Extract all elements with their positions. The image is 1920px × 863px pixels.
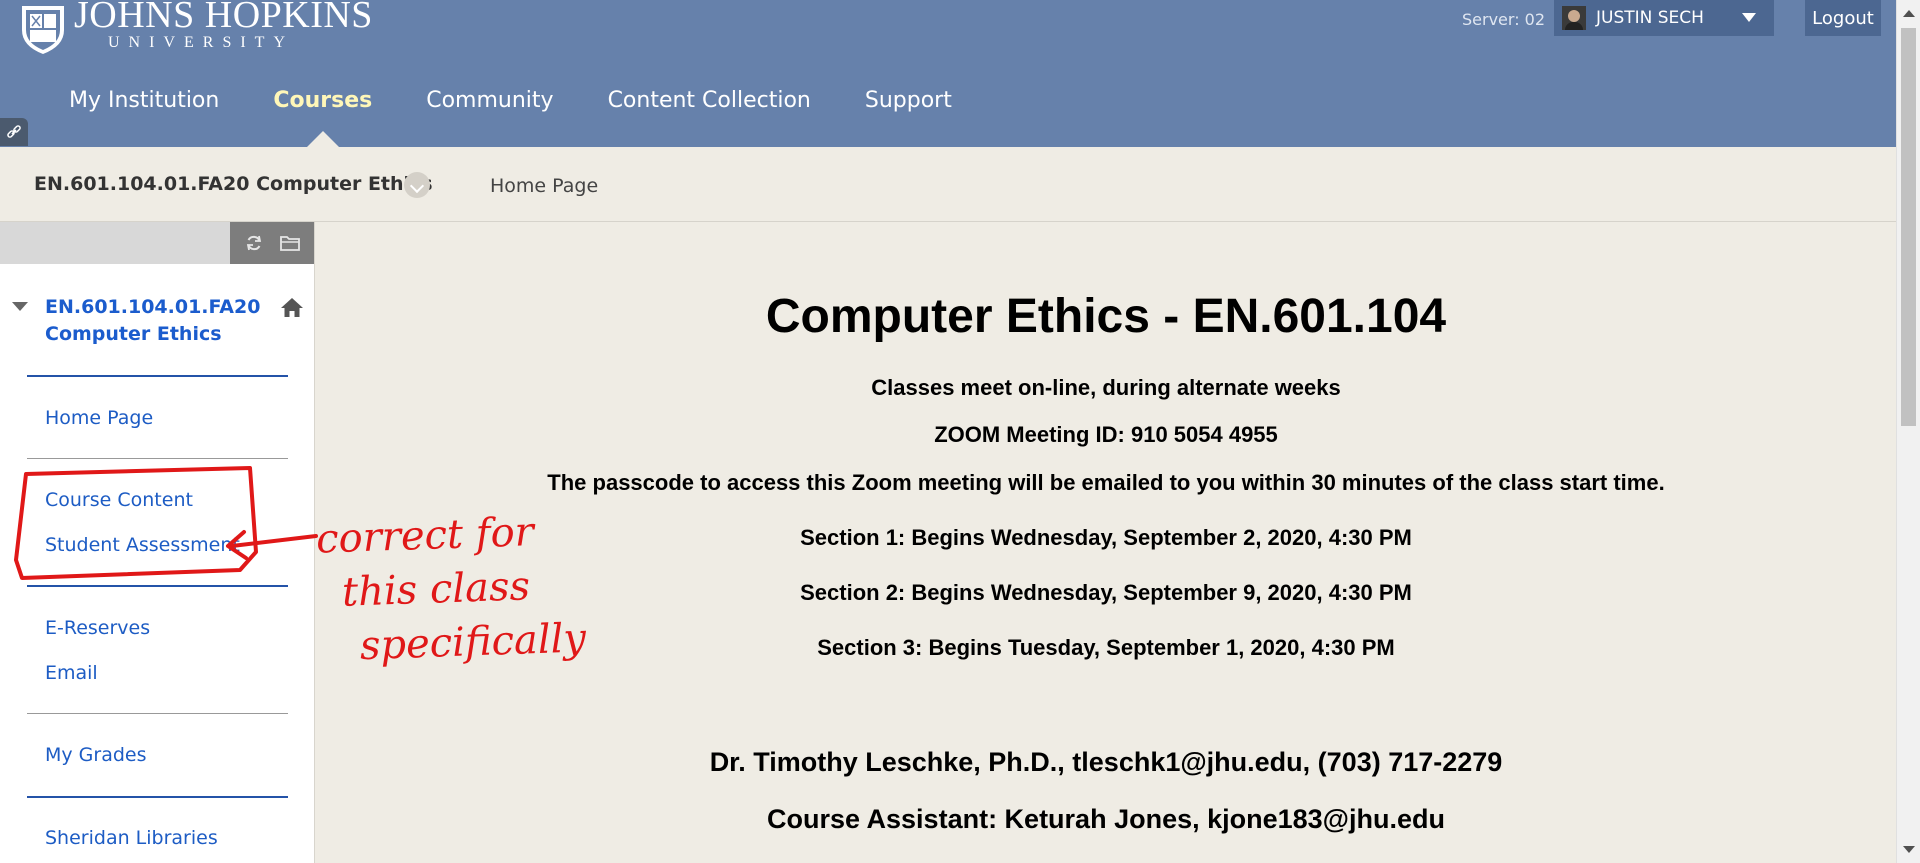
annotation-line: correct for bbox=[315, 509, 535, 563]
chevron-down-icon bbox=[1742, 13, 1756, 22]
annotation-line: this class bbox=[341, 563, 531, 616]
refresh-icon[interactable] bbox=[243, 232, 265, 254]
link-icon[interactable] bbox=[0, 118, 28, 146]
sidebar-item-course-content[interactable]: Course Content bbox=[45, 489, 193, 511]
tab-courses[interactable]: Courses bbox=[246, 88, 399, 147]
breadcrumb-course[interactable]: EN.601.104.01.FA20 Computer Ethics bbox=[34, 173, 433, 195]
breadcrumb-menu-chevron-icon[interactable] bbox=[404, 172, 430, 198]
course-menu-sidebar: EN.601.104.01.FA20 Computer Ethics Home … bbox=[0, 222, 315, 863]
sidebar-toolbar bbox=[0, 222, 314, 264]
menu-divider bbox=[27, 375, 288, 377]
zoom-meeting-id: ZOOM Meeting ID: 910 5054 4955 bbox=[934, 422, 1278, 447]
passcode-note: The passcode to access this Zoom meeting… bbox=[547, 470, 1665, 495]
annotation-line: specifically bbox=[359, 615, 587, 670]
tab-content-collection[interactable]: Content Collection bbox=[581, 88, 838, 113]
user-name: JUSTIN SECH bbox=[1596, 8, 1704, 28]
sidebar-item-e-reserves[interactable]: E-Reserves bbox=[45, 617, 150, 639]
scroll-up-arrow-icon[interactable] bbox=[1903, 10, 1915, 17]
chain-link-icon bbox=[7, 125, 21, 138]
avatar bbox=[1562, 6, 1586, 30]
menu-divider bbox=[27, 585, 288, 587]
menu-divider bbox=[27, 796, 288, 798]
page-title: Computer Ethics - EN.601.104 bbox=[765, 290, 1447, 343]
menu-divider bbox=[27, 458, 288, 459]
sidebar-item-sheridan-libraries[interactable]: Sheridan Libraries bbox=[45, 827, 218, 849]
top-header: JOHNS HOPKINS UNIVERSITY Server: 02 JUST… bbox=[0, 0, 1896, 147]
scroll-down-arrow-icon[interactable] bbox=[1903, 846, 1915, 853]
logout-button[interactable]: Logout bbox=[1805, 0, 1881, 36]
tab-community[interactable]: Community bbox=[399, 88, 580, 113]
home-icon[interactable] bbox=[280, 296, 304, 318]
instructor-info: Dr. Timothy Leschke, Ph.D., tleschk1@jhu… bbox=[709, 747, 1503, 777]
logo-subtitle: UNIVERSITY bbox=[108, 34, 294, 51]
breadcrumb-page: Home Page bbox=[490, 175, 599, 197]
assistant-info: Course Assistant: Keturah Jones, kjone18… bbox=[767, 804, 1445, 834]
sidebar-item-student-assessment[interactable]: Student Assessment bbox=[45, 534, 240, 556]
collapse-caret-icon[interactable] bbox=[12, 302, 28, 311]
user-menu[interactable]: JUSTIN SECH bbox=[1554, 0, 1774, 36]
scroll-thumb[interactable] bbox=[1901, 28, 1916, 426]
breadcrumb: EN.601.104.01.FA20 Computer Ethics Home … bbox=[0, 147, 1896, 222]
sidebar-item-email[interactable]: Email bbox=[45, 662, 98, 684]
sidebar-course-title[interactable]: EN.601.104.01.FA20 Computer Ethics bbox=[45, 294, 260, 348]
main-nav: My Institution Courses Community Content… bbox=[42, 88, 979, 147]
sidebar-item-my-grades[interactable]: My Grades bbox=[45, 744, 147, 766]
crest-icon bbox=[22, 6, 64, 54]
folder-icon[interactable] bbox=[279, 232, 301, 254]
annotation-note: correct for this class specifically bbox=[315, 503, 587, 674]
server-label: Server: 02 bbox=[1462, 10, 1546, 29]
page-scrollbar[interactable] bbox=[1896, 0, 1920, 863]
jhu-logo[interactable]: JOHNS HOPKINS UNIVERSITY bbox=[16, 0, 373, 56]
tab-my-institution[interactable]: My Institution bbox=[42, 88, 246, 113]
menu-divider bbox=[27, 713, 288, 714]
logo-title: JOHNS HOPKINS bbox=[74, 0, 373, 36]
schedule-line: Classes meet on-line, during alternate w… bbox=[871, 375, 1341, 400]
sidebar-item-home-page[interactable]: Home Page bbox=[45, 407, 153, 429]
tab-support[interactable]: Support bbox=[838, 88, 979, 113]
